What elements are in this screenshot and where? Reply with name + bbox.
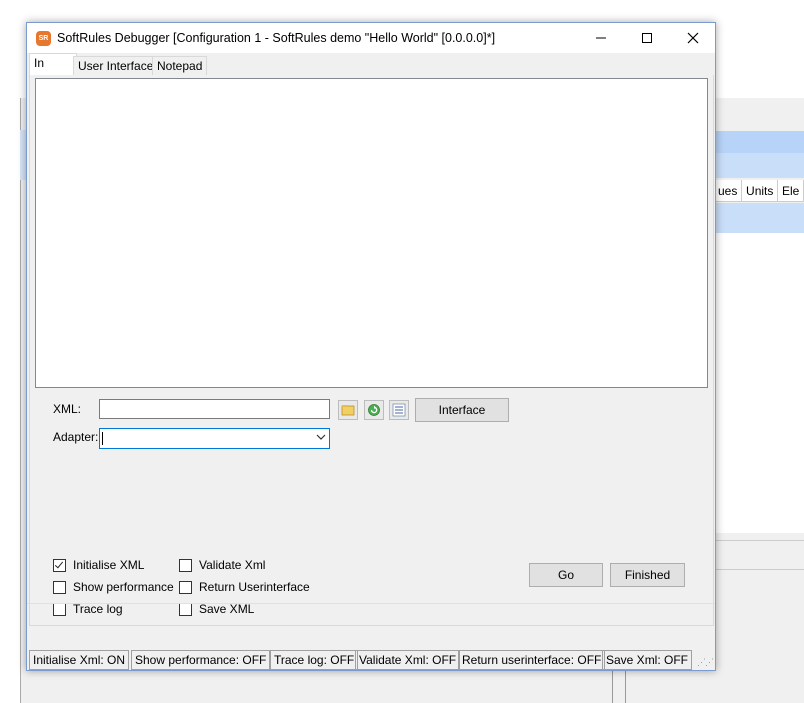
show-performance-label: Show performance — [73, 580, 174, 594]
softrules-app-icon: SR — [36, 31, 51, 46]
tab-notepad[interactable]: Notepad — [152, 56, 208, 75]
footer-separator — [27, 603, 715, 604]
maximize-icon — [642, 33, 652, 43]
adapter-dropdown[interactable] — [99, 428, 330, 449]
checkbox-box[interactable] — [179, 602, 192, 616]
close-button[interactable] — [670, 23, 716, 53]
maximize-button[interactable] — [624, 23, 670, 53]
background-column-header[interactable]: Ele — [778, 180, 804, 201]
refresh-button[interactable] — [364, 400, 384, 420]
background-toolbar-band — [714, 153, 804, 178]
open-file-button[interactable] — [338, 400, 358, 420]
status-show-performance: Show performance: OFF — [131, 650, 271, 670]
tab-page-in: XML: Interface Adapter: Initialise XML V… — [29, 75, 714, 626]
list-view-button[interactable] — [389, 400, 409, 420]
tab-in[interactable]: In — [29, 53, 77, 76]
background-column-headers: ues Units Ele — [714, 180, 804, 202]
validate-xml-checkbox[interactable]: Validate Xml — [179, 558, 265, 572]
adapter-label: Adapter: — [53, 430, 99, 444]
checkbox-box[interactable] — [179, 558, 192, 572]
background-header-band — [714, 131, 804, 153]
background-column-header[interactable]: Units — [742, 180, 778, 201]
xml-input[interactable] — [99, 399, 330, 419]
background-selected-row — [714, 203, 804, 233]
background-splitter — [612, 668, 626, 703]
trace-log-checkbox[interactable]: Trace log — [53, 602, 123, 616]
go-button[interactable]: Go — [529, 563, 603, 587]
trace-log-label: Trace log — [73, 602, 123, 616]
resize-grip-icon[interactable]: ⋰⋰ — [697, 657, 714, 668]
title-bar[interactable]: SR SoftRules Debugger [Configuration 1 -… — [27, 23, 715, 53]
status-trace-log: Trace log: OFF — [270, 650, 359, 670]
show-performance-checkbox[interactable]: Show performance — [53, 580, 174, 594]
save-xml-checkbox[interactable]: Save XML — [179, 602, 254, 616]
checkbox-box[interactable] — [53, 602, 66, 616]
text-caret — [102, 432, 103, 445]
refresh-icon — [368, 404, 380, 416]
xml-label: XML: — [53, 402, 82, 416]
debugger-dialog: SR SoftRules Debugger [Configuration 1 -… — [26, 22, 716, 671]
initialise-xml-label: Initialise XML — [73, 558, 145, 572]
status-bar: Initialise Xml: ON Show performance: OFF… — [27, 649, 715, 670]
interface-button[interactable]: Interface — [415, 398, 509, 422]
validate-xml-label: Validate Xml — [199, 558, 266, 572]
window-title: SoftRules Debugger [Configuration 1 - So… — [57, 31, 496, 45]
output-text-area[interactable] — [35, 78, 708, 388]
finished-button[interactable]: Finished — [610, 563, 685, 587]
tab-strip: In User Interface Notepad — [27, 53, 715, 76]
close-icon — [687, 32, 699, 44]
checkbox-box[interactable] — [53, 580, 66, 594]
minimize-button[interactable] — [578, 23, 624, 53]
return-userinterface-label: Return Userinterface — [199, 580, 310, 594]
save-xml-label: Save XML — [199, 602, 255, 616]
background-column-header[interactable]: ues — [714, 180, 743, 201]
folder-icon — [341, 405, 355, 416]
background-panel-row — [714, 540, 804, 570]
status-return-userinterface: Return userinterface: OFF — [458, 650, 606, 670]
list-icon — [392, 403, 406, 417]
chevron-down-icon[interactable] — [316, 431, 326, 446]
status-save-xml: Save Xml: OFF — [602, 650, 693, 670]
return-userinterface-checkbox[interactable]: Return Userinterface — [179, 580, 310, 594]
background-panel — [714, 233, 804, 533]
status-initialise-xml: Initialise Xml: ON — [29, 650, 130, 670]
checkbox-box[interactable] — [53, 558, 66, 572]
checkbox-box[interactable] — [179, 580, 192, 594]
initialise-xml-checkbox[interactable]: Initialise XML — [53, 558, 144, 572]
status-validate-xml: Validate Xml: OFF — [355, 650, 461, 670]
minimize-icon — [596, 37, 606, 39]
tab-user-interface[interactable]: User Interface — [73, 56, 159, 75]
